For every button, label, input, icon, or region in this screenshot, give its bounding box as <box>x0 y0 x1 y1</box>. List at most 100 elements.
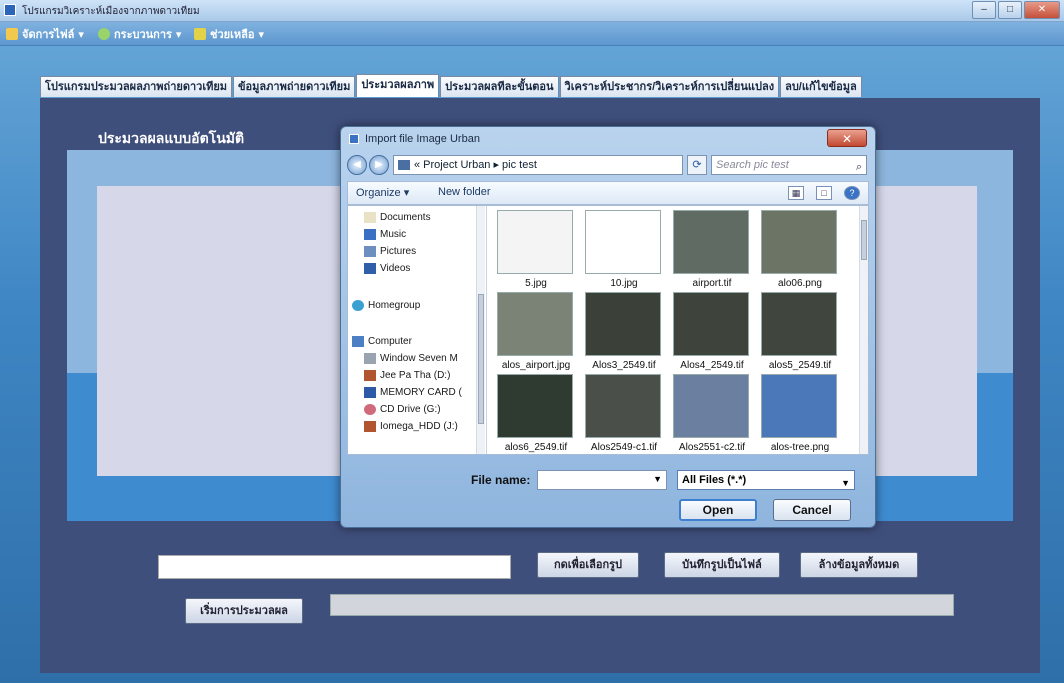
file-item[interactable]: airport.tif <box>673 210 751 289</box>
file-item[interactable]: alos_airport.jpg <box>497 292 575 371</box>
file-item[interactable]: alo06.png <box>761 210 839 289</box>
file-name-caption: 10.jpg <box>610 278 638 289</box>
chevron-down-icon: ▼ <box>841 478 850 488</box>
nav-drive-d[interactable]: Jee Pa Tha (D:) <box>364 370 474 381</box>
maximize-button[interactable]: □ <box>998 1 1022 19</box>
minimize-button[interactable]: – <box>972 1 996 19</box>
file-thumbnail-image <box>673 210 749 274</box>
file-thumbnail-image <box>761 210 837 274</box>
nav-documents[interactable]: Documents <box>364 212 431 223</box>
file-name-caption: alos_airport.jpg <box>501 360 571 371</box>
select-image-button[interactable]: กดเพื่อเลือกรูป <box>537 552 639 578</box>
file-item[interactable]: Alos3_2549.tif <box>585 292 663 371</box>
window-controls: – □ ✕ <box>972 1 1060 19</box>
file-name-caption: alo06.png <box>778 278 822 289</box>
nav-memory-card[interactable]: MEMORY CARD ( <box>364 387 474 398</box>
file-item[interactable]: alos6_2549.tif <box>497 374 575 453</box>
address-path: « Project Urban ▸ pic test <box>414 159 537 171</box>
nav-music-label: Music <box>380 229 407 240</box>
nav-videos[interactable]: Videos <box>364 263 410 274</box>
menu-file-label: จัดการไฟล์ <box>22 29 75 41</box>
drive-icon <box>364 421 376 432</box>
main-tabs: โปรแกรมประมวลผลภาพถ่ายดาวเทียม ข้อมูลภาพ… <box>40 74 863 98</box>
start-processing-button[interactable]: เริ่มการประมวลผล <box>185 598 303 624</box>
file-item[interactable]: alos5_2549.tif <box>761 292 839 371</box>
nav-iomega-drive[interactable]: Iomega_HDD (J:) <box>364 421 474 432</box>
nav-drive-c[interactable]: Window Seven M <box>364 353 474 364</box>
file-name-caption: alos5_2549.tif <box>768 360 832 371</box>
search-input[interactable]: Search pic test ⌕ <box>711 155 867 175</box>
file-item[interactable]: Alos2549-c1.tif <box>585 374 663 453</box>
folder-icon <box>6 28 18 40</box>
app-icon <box>4 4 16 16</box>
file-item[interactable]: 10.jpg <box>585 210 663 289</box>
menu-process[interactable]: กระบวนการ ▾ <box>98 26 181 42</box>
preview-pane-icon[interactable]: □ <box>816 186 832 200</box>
navigation-pane: Documents Music Pictures Videos Homegrou… <box>348 206 487 454</box>
file-thumbnail-image <box>497 292 573 356</box>
file-thumbnail-image <box>761 292 837 356</box>
file-item[interactable]: alos-tree.png <box>761 374 839 453</box>
window-title: โปรแกรมวิเคราะห์เมืองจากภาพดาวเทียม <box>22 6 200 17</box>
forward-arrow-icon[interactable]: ▶ <box>369 155 389 175</box>
new-folder-button[interactable]: New folder <box>438 186 491 198</box>
save-image-button[interactable]: บันทึกรูปเป็นไฟล์ <box>664 552 780 578</box>
file-browser: Documents Music Pictures Videos Homegrou… <box>347 205 869 455</box>
tab-edit-data[interactable]: ลบ/แก้ไขข้อมูล <box>780 76 862 97</box>
nav-memory-card-label: MEMORY CARD ( <box>380 387 462 398</box>
dialog-icon <box>349 134 359 144</box>
dialog-toolbar: Organize ▾ New folder ▦ □ ? <box>347 181 869 205</box>
menu-help[interactable]: ช่วยเหลือ ▾ <box>194 26 264 42</box>
tab-population-analysis[interactable]: วิเคราะห์ประชากร/วิเคราะห์การเปลี่ยนแปลง <box>559 76 780 97</box>
nav-scrollbar-thumb[interactable] <box>478 294 484 424</box>
nav-documents-label: Documents <box>380 212 431 223</box>
file-name-caption: alos6_2549.tif <box>504 442 568 453</box>
file-thumbnail-image <box>497 210 573 274</box>
dialog-close-button[interactable]: ✕ <box>827 129 867 147</box>
drive-icon <box>364 370 376 381</box>
file-thumbnail-image <box>497 374 573 438</box>
dialog-title: Import file Image Urban <box>365 133 480 145</box>
menu-file[interactable]: จัดการไฟล์ ▾ <box>6 26 84 42</box>
address-bar[interactable]: « Project Urban ▸ pic test <box>393 155 683 175</box>
organize-menu[interactable]: Organize ▾ <box>356 186 409 199</box>
file-item[interactable]: 5.jpg <box>497 210 575 289</box>
file-type-filter-value: All Files (*.*) <box>682 474 747 486</box>
tab-satellite-program[interactable]: โปรแกรมประมวลผลภาพถ่ายดาวเทียม <box>40 76 233 97</box>
view-options-icon[interactable]: ▦ <box>788 186 804 200</box>
nav-scrollbar[interactable] <box>476 206 485 454</box>
nav-homegroup[interactable]: Homegroup <box>352 300 420 311</box>
pictures-icon <box>364 246 376 257</box>
refresh-icon[interactable]: ⟳ <box>687 155 707 175</box>
file-name-label: File name: <box>471 473 531 487</box>
tab-step-processing[interactable]: ประมวลผลทีละขั้นตอน <box>440 76 559 97</box>
drive-icon <box>364 353 376 364</box>
help-icon <box>194 28 206 40</box>
tab-image-processing[interactable]: ประมวลผลภาพ <box>356 74 440 97</box>
nav-computer[interactable]: Computer <box>352 336 412 347</box>
memory-card-icon <box>364 387 376 398</box>
nav-music[interactable]: Music <box>364 229 406 240</box>
chevron-down-icon[interactable]: ▼ <box>653 474 662 484</box>
clear-all-button[interactable]: ล้างข้อมูลทั้งหมด <box>800 552 918 578</box>
file-name-caption: Alos2551-c2.tif <box>678 442 746 453</box>
tab-satellite-data[interactable]: ข้อมูลภาพถ่ายดาวเทียม <box>233 76 356 97</box>
folder-icon <box>398 160 410 170</box>
file-name-input[interactable]: ▼ <box>537 470 667 490</box>
file-thumbnail-image <box>585 292 661 356</box>
file-name-caption: airport.tif <box>692 278 732 289</box>
nav-pictures[interactable]: Pictures <box>364 246 416 257</box>
files-scrollbar-thumb[interactable] <box>861 220 867 260</box>
file-item[interactable]: Alos4_2549.tif <box>673 292 751 371</box>
nav-cd-drive[interactable]: CD Drive (G:) <box>364 404 474 415</box>
back-arrow-icon[interactable]: ◀ <box>347 155 367 175</box>
image-path-input[interactable] <box>158 555 511 579</box>
open-button[interactable]: Open <box>679 499 757 521</box>
close-window-button[interactable]: ✕ <box>1024 1 1060 19</box>
files-scrollbar[interactable] <box>859 206 868 454</box>
cancel-button[interactable]: Cancel <box>773 499 851 521</box>
file-type-filter[interactable]: All Files (*.*) ▼ <box>677 470 855 490</box>
file-thumbnail-image <box>673 292 749 356</box>
help-icon[interactable]: ? <box>844 186 860 200</box>
file-item[interactable]: Alos2551-c2.tif <box>673 374 751 453</box>
